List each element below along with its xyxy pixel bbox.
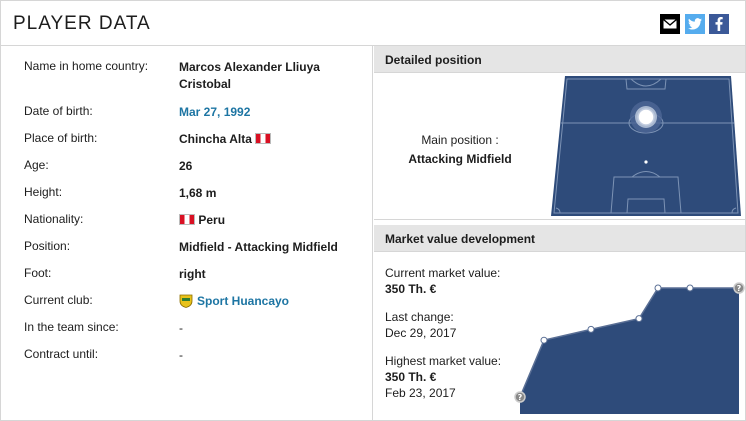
club-crest-icon — [179, 294, 193, 308]
position-value: Midfield - Attacking Midfield — [179, 240, 338, 254]
contract-label: Contract until: — [24, 347, 99, 361]
last-change-value: Dec 29, 2017 — [385, 326, 457, 340]
detailed-position-header: Detailed position — [374, 46, 745, 73]
age-value: 26 — [179, 159, 193, 173]
highest-value: 350 Th. € — [385, 370, 437, 384]
height-label: Height: — [24, 185, 63, 199]
pob-value: Chincha Alta — [179, 131, 364, 148]
peru-flag-icon — [179, 214, 195, 225]
market-value-title: Market value development — [385, 232, 536, 246]
highest-value-date: Feb 23, 2017 — [385, 386, 456, 400]
market-value-panel: Current market value: 350 Th. € Last cha… — [374, 252, 745, 420]
age-label: Age: — [24, 158, 49, 172]
market-value-point[interactable] — [587, 325, 595, 333]
market-value-point[interactable] — [540, 336, 548, 344]
main-position-label: Main position : — [421, 133, 499, 147]
market-value-point[interactable] — [654, 284, 662, 292]
height-value: 1,68 m — [179, 186, 217, 200]
pitch-diagram — [551, 76, 741, 216]
pob-text: Chincha Alta — [179, 132, 252, 146]
since-label: In the team since: — [24, 320, 119, 334]
peru-flag-icon — [255, 133, 272, 144]
foot-label: Foot: — [24, 266, 52, 280]
highest-value-block: Highest market value: 350 Th. € Feb 23, … — [385, 353, 501, 401]
market-value-header: Market value development — [374, 225, 745, 252]
last-change-label: Last change: — [385, 310, 454, 324]
detailed-position-panel: Main position : Attacking Midfield — [374, 73, 745, 220]
twitter-share-button[interactable] — [685, 14, 705, 34]
main-position-value: Attacking Midfield — [408, 152, 512, 166]
club-text: Sport Huancayo — [197, 294, 290, 308]
highest-value-label: Highest market value: — [385, 354, 502, 368]
box-title: PLAYER DATA — [13, 13, 151, 34]
player-info-table: Name in home country: Marcos Alexander L… — [1, 46, 373, 420]
foot-value: right — [179, 267, 206, 281]
position-label: Position: — [24, 239, 71, 253]
dob-label: Date of birth: — [24, 104, 93, 118]
club-label: Current club: — [24, 293, 93, 307]
mail-icon — [663, 19, 677, 29]
market-value-point[interactable] — [686, 284, 694, 292]
name-value: Marcos Alexander Lliuya Cristobal — [179, 60, 320, 91]
position-marker — [630, 101, 662, 133]
last-change-block: Last change: Dec 29, 2017 — [385, 309, 456, 341]
question-mark-glyph: ? — [737, 284, 742, 293]
market-value-area — [520, 288, 739, 414]
facebook-icon — [715, 17, 723, 31]
nationality-value: Peru — [179, 212, 364, 229]
question-mark-glyph: ? — [518, 393, 523, 402]
club-link[interactable]: Sport Huancayo — [179, 293, 364, 310]
name-label: Name in home country: — [24, 59, 149, 73]
dob-link[interactable]: Mar 27, 1992 — [179, 104, 364, 121]
nationality-text: Peru — [198, 213, 226, 227]
nationality-label: Nationality: — [24, 212, 84, 226]
since-value: - — [179, 321, 183, 335]
box-header: PLAYER DATA — [1, 1, 745, 46]
current-value-block: Current market value: 350 Th. € — [385, 265, 500, 297]
current-value-label: Current market value: — [385, 266, 501, 280]
current-value: 350 Th. € — [385, 282, 437, 296]
player-data-box: PLAYER DATA Name in home country: Marcos… — [0, 0, 746, 421]
detailed-position-title: Detailed position — [385, 53, 482, 67]
mail-share-button[interactable] — [660, 14, 680, 34]
market-value-point[interactable] — [635, 315, 643, 323]
twitter-icon — [688, 18, 702, 30]
market-value-chart: ?? — [514, 282, 745, 414]
facebook-share-button[interactable] — [709, 14, 729, 34]
contract-value: - — [179, 348, 183, 362]
pob-label: Place of birth: — [24, 131, 98, 145]
